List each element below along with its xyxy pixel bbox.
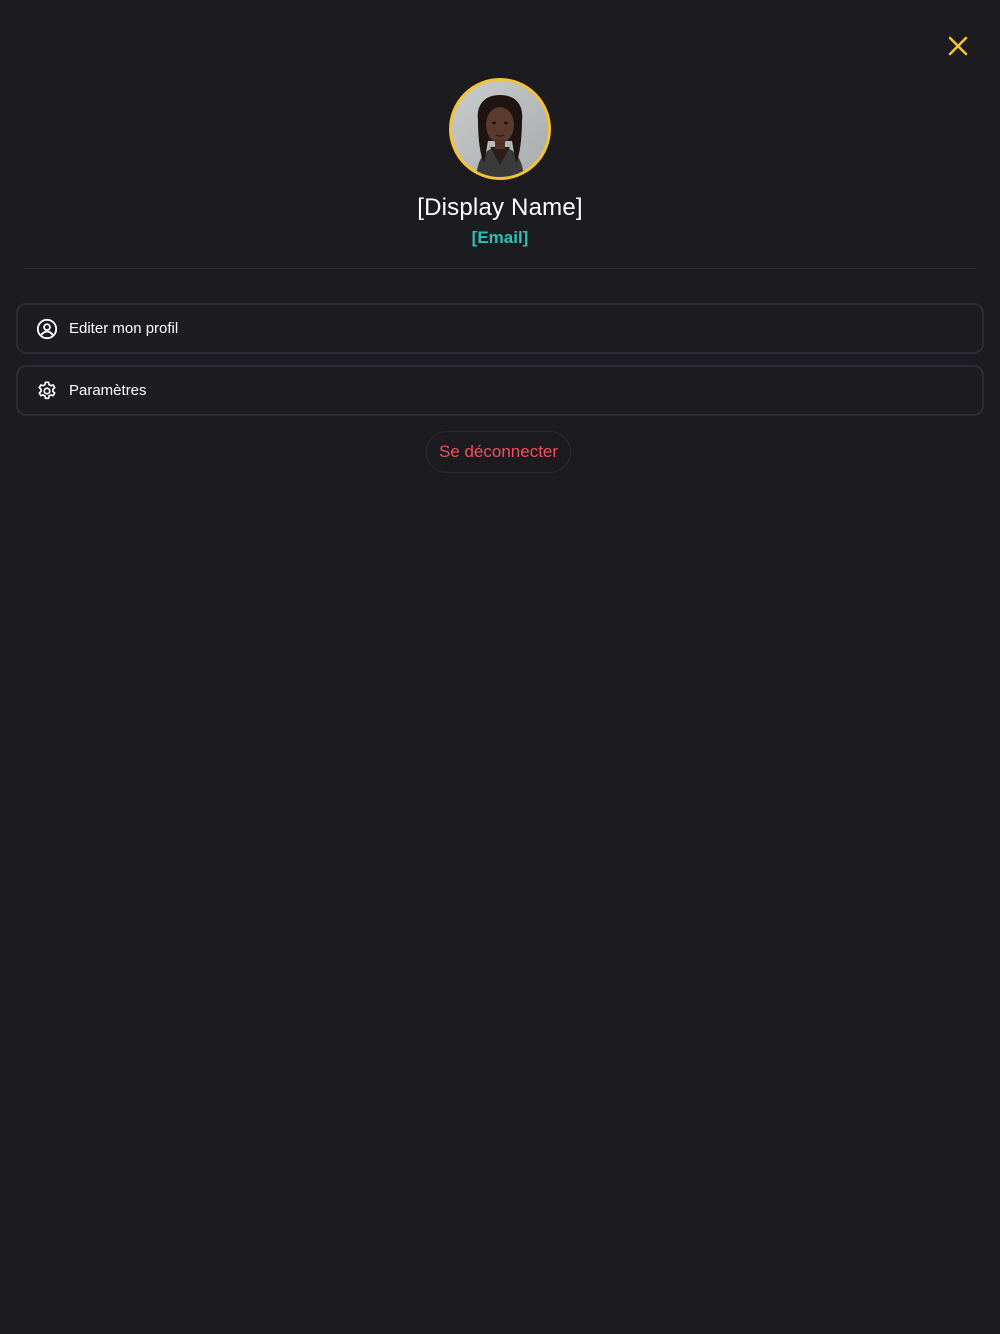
settings-button[interactable]: Paramètres [16, 365, 984, 416]
avatar [449, 78, 551, 180]
display-name: [Display Name] [417, 194, 583, 221]
close-button[interactable] [940, 30, 976, 66]
divider [24, 268, 976, 269]
user-circle-icon [35, 317, 59, 341]
edit-profile-button[interactable]: Editer mon profil [16, 303, 984, 354]
edit-profile-label: Editer mon profil [69, 320, 179, 337]
gear-icon [35, 379, 59, 403]
logout-button[interactable]: Se déconnecter [426, 431, 571, 473]
email-text: [Email] [471, 228, 529, 247]
settings-label: Paramètres [69, 382, 147, 399]
close-icon [947, 35, 969, 62]
